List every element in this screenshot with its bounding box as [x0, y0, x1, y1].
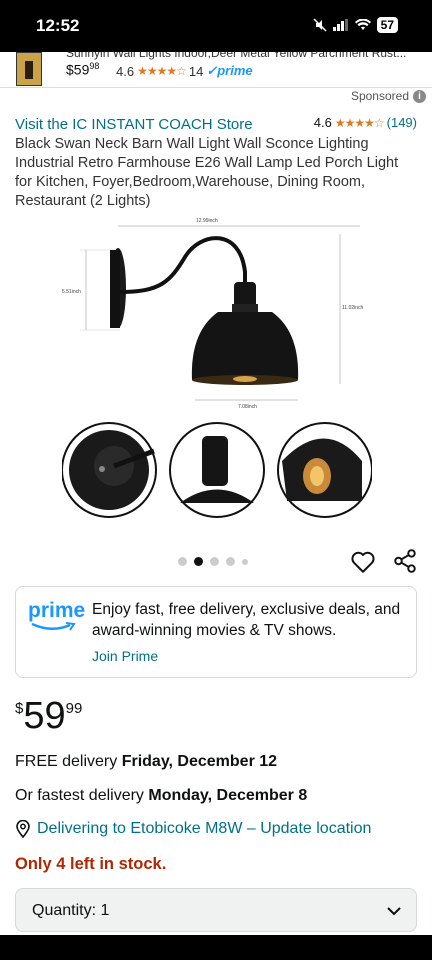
- mini-product-bar[interactable]: Sunnyin Wall Lights Indoor,Deer Metal Ye…: [0, 52, 432, 88]
- carousel-dot[interactable]: [178, 557, 187, 566]
- thumbnail-socket[interactable]: [169, 422, 265, 518]
- mini-rating-value: 4.6: [116, 63, 135, 79]
- carousel-dot-active[interactable]: [194, 557, 203, 566]
- quantity-label: Quantity: 1: [32, 902, 110, 919]
- mini-review-count: 14: [188, 63, 204, 79]
- prime-smile-icon: [31, 622, 76, 631]
- product-price: $ 59 99: [15, 694, 82, 738]
- carousel-dot[interactable]: [226, 557, 235, 566]
- dim-height-left-label: 5.51inch: [62, 289, 81, 295]
- product-detail-thumbnails: [62, 422, 372, 518]
- prime-badge: ✓prime: [206, 63, 253, 78]
- mini-product-thumbnail: [16, 52, 42, 86]
- fastest-delivery-line: Or fastest delivery Monday, December 8: [15, 787, 307, 805]
- prime-promo-text: Enjoy fast, free delivery, exclusive dea…: [92, 601, 401, 639]
- bottom-bar: [0, 935, 432, 960]
- delivery-location-text[interactable]: Delivering to Etobicoke M8W – Update loc…: [37, 820, 371, 838]
- dim-shade-width-label: 7.08inch: [238, 404, 257, 410]
- fast-delivery-prefix: Or fastest delivery: [15, 787, 149, 804]
- prime-logo-text: prime: [28, 599, 86, 622]
- location-pin-icon: [16, 820, 30, 838]
- info-icon[interactable]: i: [413, 89, 426, 103]
- dim-width-label: 12.99inch: [196, 218, 218, 224]
- rating-value: 4.6: [313, 115, 332, 130]
- mute-icon: [313, 18, 327, 32]
- store-rating[interactable]: 4.6 ★★★★☆ (149): [314, 115, 417, 130]
- quantity-select[interactable]: Quantity: 1: [15, 888, 417, 932]
- price-whole: 59: [23, 695, 66, 737]
- status-time: 12:52: [36, 16, 80, 35]
- price-fraction: 99: [65, 700, 83, 717]
- join-prime-link[interactable]: Join Prime: [92, 648, 158, 664]
- review-count[interactable]: (149): [387, 115, 417, 130]
- free-delivery-line: FREE delivery Friday, December 12: [15, 753, 277, 771]
- mini-product-rating: 4.6 ★★★★☆ 14 ✓prime: [116, 63, 253, 79]
- sponsored-text: Sponsored: [350, 89, 409, 103]
- product-image[interactable]: 12.99inch 5.51inch 11.02inch 7.08inch: [50, 212, 380, 412]
- heart-icon[interactable]: [350, 549, 376, 575]
- mini-product-title: Sunnyin Wall Lights Indoor,Deer Metal Ye…: [66, 52, 407, 60]
- dim-height-right-label: 11.02inch: [342, 305, 364, 311]
- stock-status: Only 4 left in stock.: [15, 855, 167, 873]
- status-icons: 57: [313, 17, 398, 33]
- fast-delivery-date: Monday, December 8: [148, 787, 308, 804]
- delivery-location[interactable]: Delivering to Etobicoke M8W – Update loc…: [15, 820, 371, 838]
- star-icons: ★★★★☆: [137, 64, 187, 78]
- thumbnail-backplate[interactable]: [62, 422, 157, 518]
- free-delivery-prefix: FREE delivery: [15, 753, 122, 770]
- free-delivery-date: Friday, December 12: [121, 753, 278, 770]
- share-icon[interactable]: [392, 548, 418, 574]
- signal-icon: [332, 19, 348, 31]
- price-currency: $: [15, 700, 24, 717]
- carousel-dot[interactable]: [210, 557, 219, 566]
- chevron-down-icon: [387, 907, 401, 916]
- status-bar: 12:52 57: [0, 0, 432, 52]
- prime-logo: prime: [28, 599, 86, 635]
- thumbnail-bulb[interactable]: [277, 422, 372, 518]
- store-link[interactable]: Visit the IC INSTANT COACH Store: [15, 116, 253, 133]
- sponsored-label[interactable]: Sponsored i: [351, 89, 426, 103]
- product-title: Black Swan Neck Barn Wall Light Wall Sco…: [15, 136, 399, 209]
- prime-promo-box[interactable]: prime Enjoy fast, free delivery, exclusi…: [15, 586, 417, 678]
- battery-indicator: 57: [376, 17, 398, 33]
- star-icons: ★★★★☆: [334, 115, 385, 130]
- wifi-icon: [354, 19, 371, 30]
- carousel-dots: [178, 557, 248, 566]
- mini-product-price: $5998: [66, 61, 100, 78]
- carousel-dot[interactable]: [242, 558, 248, 565]
